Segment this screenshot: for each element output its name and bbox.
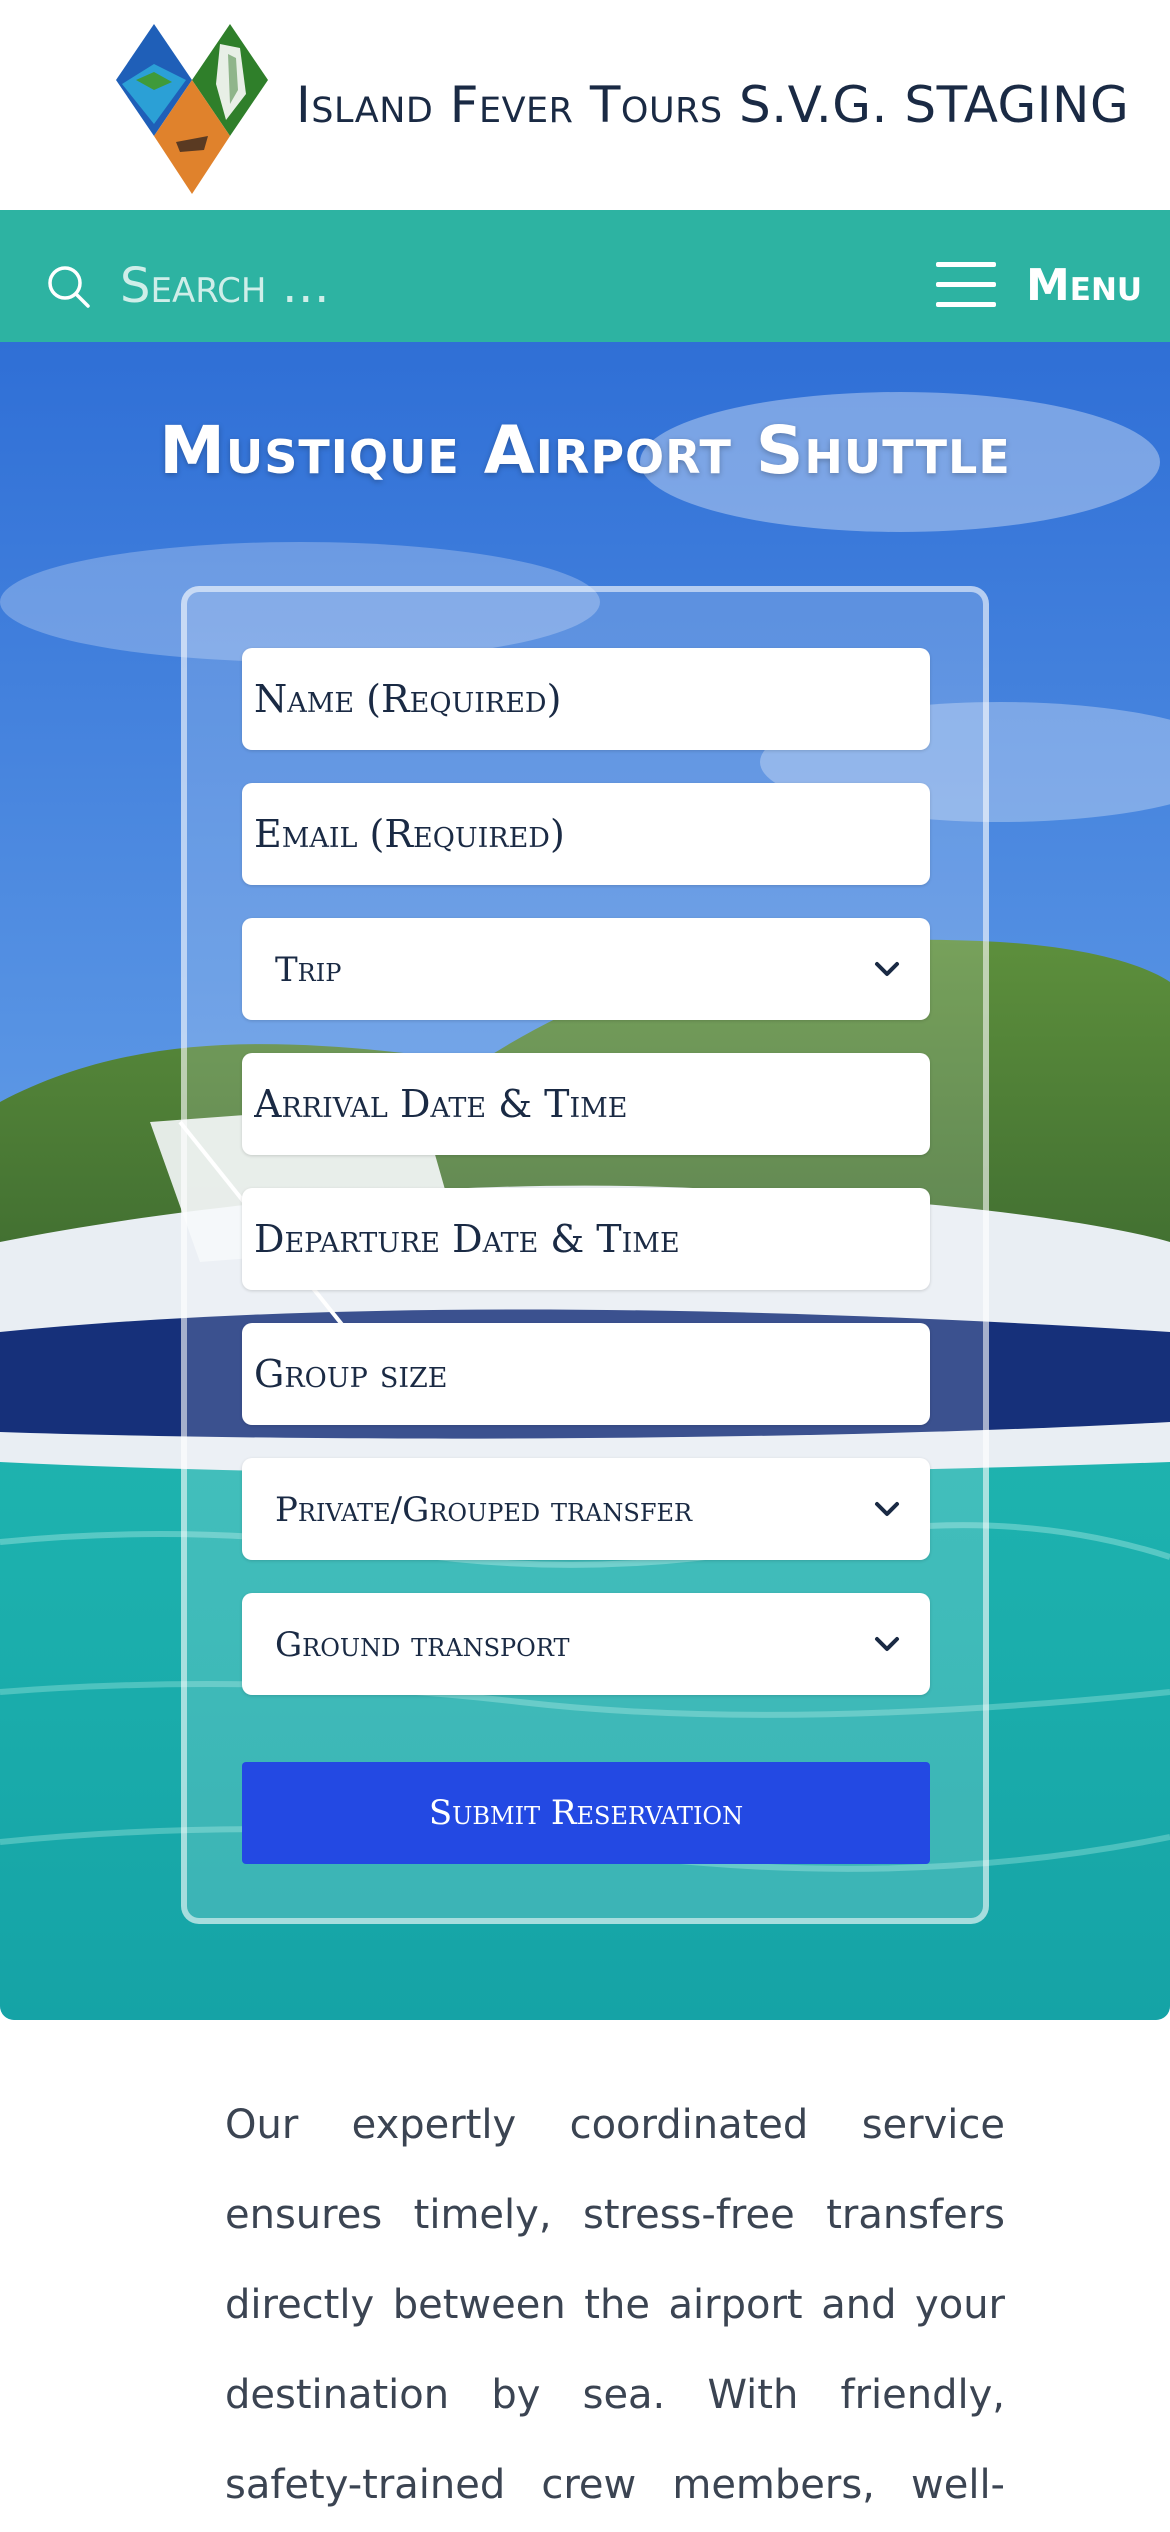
chevron-down-icon (875, 1502, 899, 1516)
trip-select-value: Trip (275, 950, 342, 990)
chevron-down-icon (875, 1637, 899, 1651)
site-logo[interactable] (116, 24, 268, 194)
menu-label: Menu (1026, 260, 1143, 311)
departure-datetime-field[interactable] (242, 1188, 930, 1290)
search-input[interactable] (120, 250, 680, 322)
group-size-field-wrapper (242, 1323, 930, 1425)
hero-section: Mustique Airport Shuttle Trip Private/Gr… (0, 342, 1170, 2020)
submit-reservation-button[interactable]: Submit Reservation (242, 1762, 930, 1864)
arrival-field-wrapper (242, 1053, 930, 1155)
site-header: Island Fever Tours S.V.G. STAGING (0, 0, 1170, 210)
hamburger-icon (936, 262, 996, 308)
page-title: Mustique Airport Shuttle (159, 412, 1011, 489)
site-title[interactable]: Island Fever Tours S.V.G. STAGING (296, 76, 1129, 134)
menu-button[interactable]: Menu (936, 258, 1142, 314)
transfer-type-select-value: Private/Grouped transfer (275, 1490, 693, 1530)
name-field-wrapper (242, 648, 930, 750)
group-size-field[interactable] (242, 1323, 930, 1425)
email-field[interactable] (242, 783, 930, 885)
navbar: Menu (0, 210, 1170, 342)
ground-transport-select[interactable]: Ground transport (242, 1593, 930, 1695)
arrival-datetime-field[interactable] (242, 1053, 930, 1155)
email-field-wrapper (242, 783, 930, 885)
description-paragraph: Our expertly coordinated service ensures… (225, 2102, 1005, 2508)
search-icon[interactable] (46, 264, 92, 310)
trip-select[interactable]: Trip (242, 918, 930, 1020)
ground-transport-select-value: Ground transport (275, 1625, 570, 1665)
name-field[interactable] (242, 648, 930, 750)
transfer-type-select[interactable]: Private/Grouped transfer (242, 1458, 930, 1560)
chevron-down-icon (875, 962, 899, 976)
departure-field-wrapper (242, 1188, 930, 1290)
reservation-form: Trip Private/Grouped transfer Ground tra… (181, 586, 989, 1924)
